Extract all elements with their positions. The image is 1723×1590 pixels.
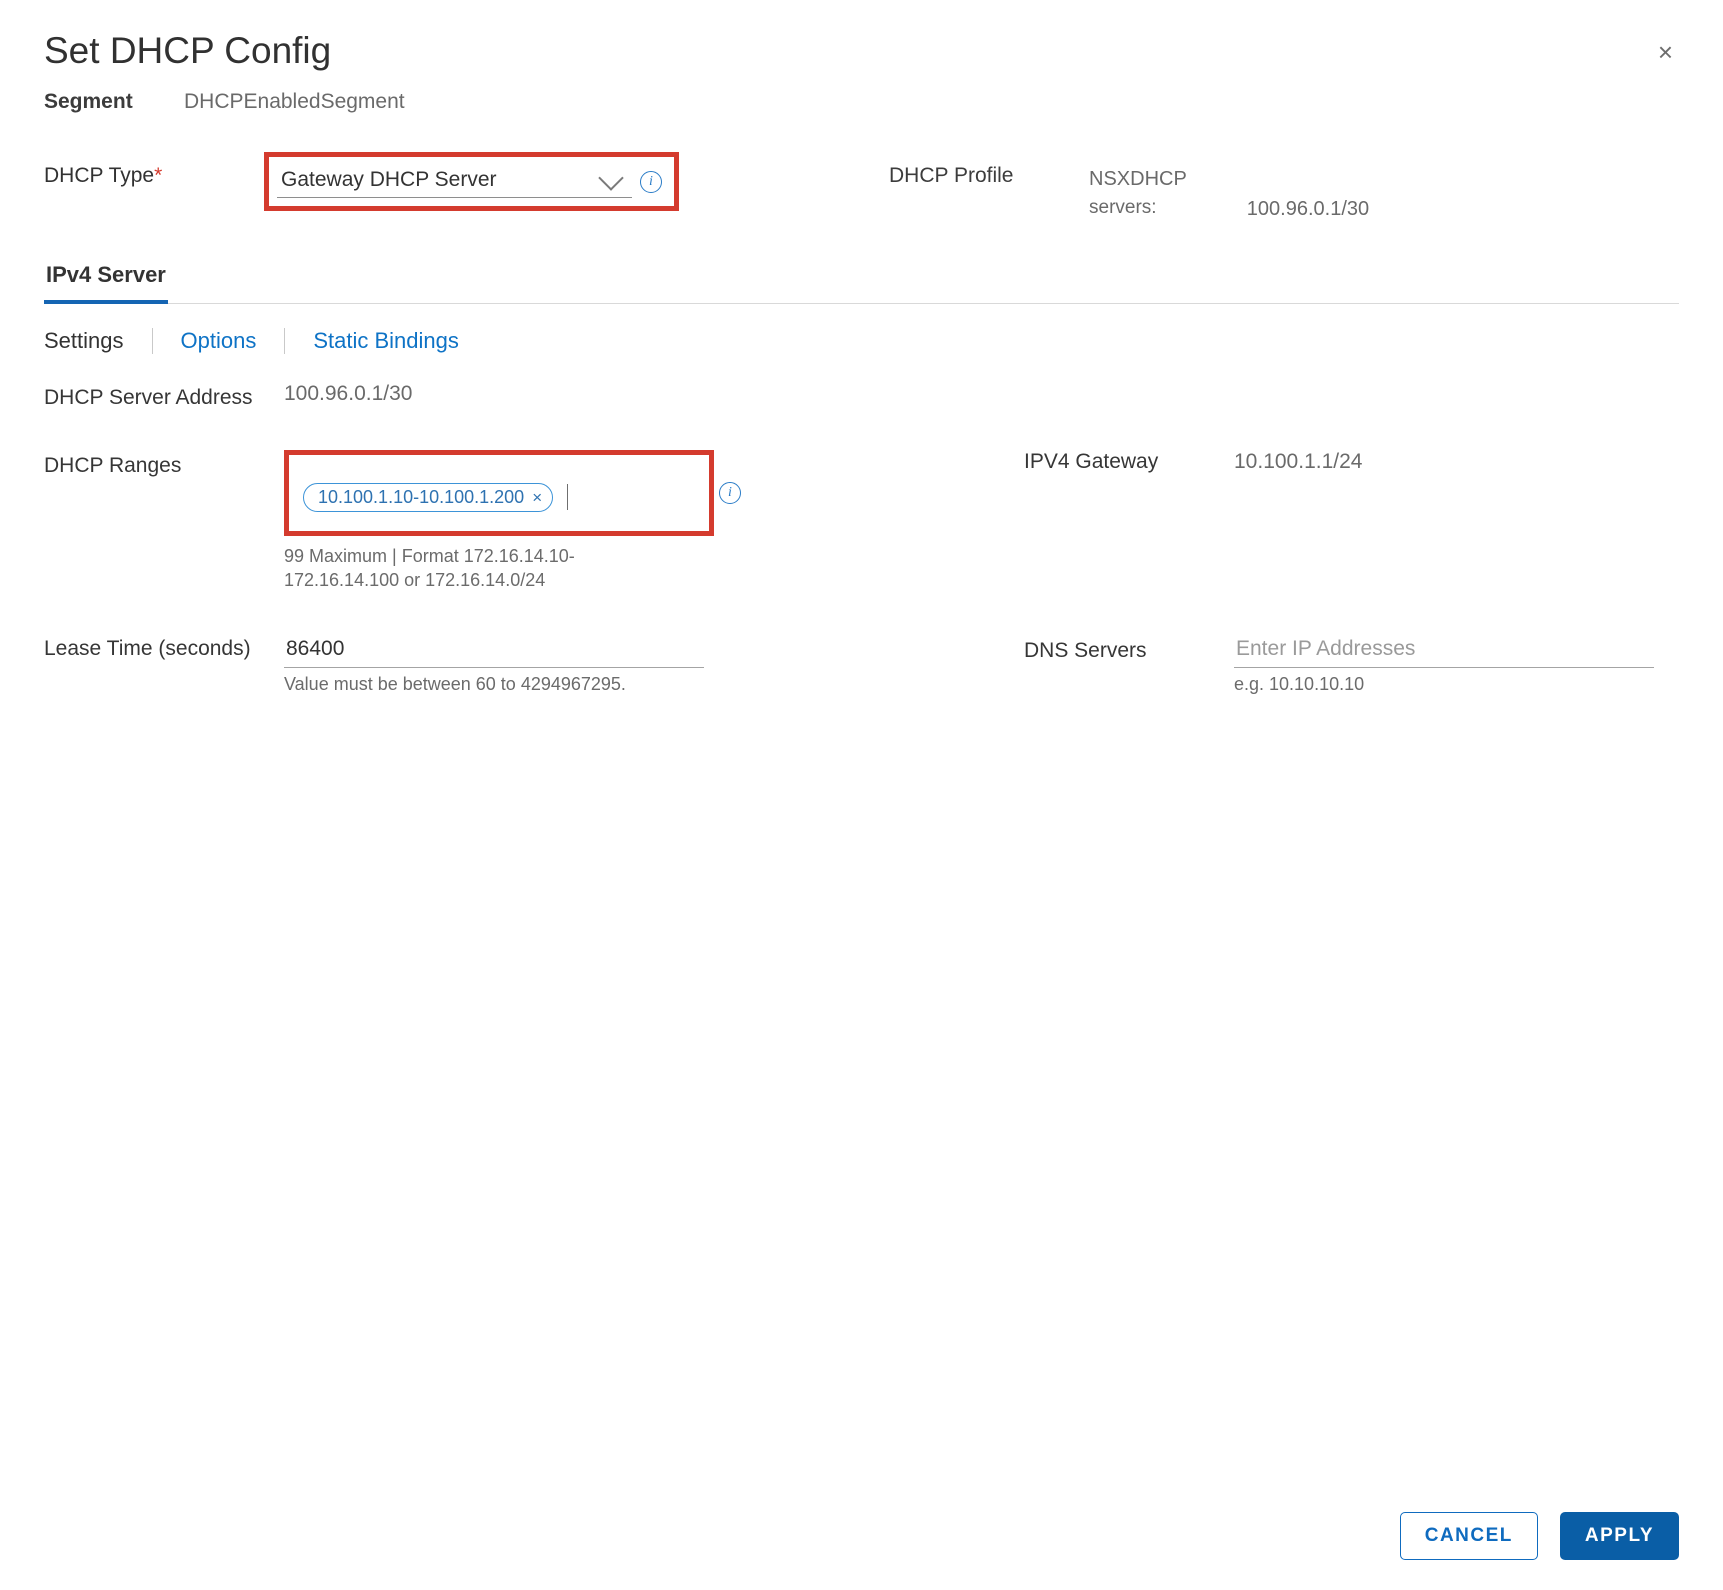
segment-value: DHCPEnabledSegment <box>184 90 405 114</box>
ipv4-gateway-label: IPV4 Gateway <box>1024 450 1234 474</box>
chevron-down-icon <box>598 165 623 190</box>
text-caret-icon <box>567 484 568 510</box>
dhcp-ranges-slot: 10.100.1.10-10.100.1.200 × i 99 Maximum … <box>284 450 754 593</box>
required-mark: * <box>154 164 162 187</box>
dhcp-profile-servers-label: servers: <box>1089 194 1187 223</box>
info-icon[interactable]: i <box>640 171 662 193</box>
dns-servers-input[interactable] <box>1234 633 1654 668</box>
dialog-header: Set DHCP Config × <box>44 30 1679 90</box>
dialog-footer: CANCEL APPLY <box>44 1482 1679 1560</box>
dns-servers-label: DNS Servers <box>1024 633 1234 663</box>
dhcp-range-chip[interactable]: 10.100.1.10-10.100.1.200 × <box>303 483 553 512</box>
dns-servers-help: e.g. 10.10.10.10 <box>1234 674 1654 695</box>
ip-version-tabs: IPv4 Server <box>44 254 1679 304</box>
ipv4-gateway-value: 10.100.1.1/24 <box>1234 450 1362 474</box>
apply-button[interactable]: APPLY <box>1560 1512 1679 1560</box>
dhcp-type-select[interactable]: Gateway DHCP Server <box>277 165 632 198</box>
segment-label: Segment <box>44 90 184 114</box>
dhcp-subtabs: Settings Options Static Bindings <box>44 328 1679 354</box>
set-dhcp-config-dialog: Set DHCP Config × Segment DHCPEnabledSeg… <box>0 0 1723 1590</box>
dhcp-ranges-highlight-box: 10.100.1.10-10.100.1.200 × i <box>284 450 714 536</box>
dhcp-type-selected: Gateway DHCP Server <box>281 168 497 192</box>
dialog-title: Set DHCP Config <box>44 30 1679 72</box>
dhcp-range-chip-text: 10.100.1.10-10.100.1.200 <box>318 487 524 508</box>
dhcp-profile-label: DHCP Profile <box>889 164 1089 224</box>
dhcp-profile-block: DHCP Profile NSXDHCP servers: 100.96.0.1… <box>889 152 1369 224</box>
segment-row: Segment DHCPEnabledSegment <box>44 90 1679 114</box>
dhcp-type-row: DHCP Type* Gateway DHCP Server i DHCP Pr… <box>44 152 1679 224</box>
lease-time-label: Lease Time (seconds) <box>44 633 274 661</box>
settings-form: DHCP Server Address 100.96.0.1/30 DHCP R… <box>44 382 1679 695</box>
ipv4-gateway-pair: IPV4 Gateway 10.100.1.1/24 <box>764 450 1679 474</box>
dns-servers-pair: DNS Servers e.g. 10.10.10.10 <box>764 633 1679 695</box>
lease-time-help: Value must be between 60 to 4294967295. <box>284 674 754 695</box>
dhcp-server-address-value: 100.96.0.1/30 <box>284 382 754 406</box>
subtab-static-bindings[interactable]: Static Bindings <box>285 328 487 354</box>
subtab-settings[interactable]: Settings <box>44 328 152 354</box>
dns-servers-slot: e.g. 10.10.10.10 <box>1234 633 1654 695</box>
close-button[interactable]: × <box>1652 38 1679 66</box>
tab-ipv4-server[interactable]: IPv4 Server <box>44 254 168 304</box>
chip-remove-icon[interactable]: × <box>532 489 542 506</box>
dhcp-type-label-text: DHCP Type <box>44 164 154 187</box>
dhcp-profile-servers-value: 100.96.0.1/30 <box>1247 164 1369 224</box>
dhcp-type-highlight-box: Gateway DHCP Server i <box>264 152 679 211</box>
info-icon[interactable]: i <box>719 482 741 504</box>
cancel-button[interactable]: CANCEL <box>1400 1512 1538 1560</box>
close-icon: × <box>1658 37 1673 67</box>
dhcp-type-label: DHCP Type* <box>44 152 264 188</box>
lease-time-slot: Value must be between 60 to 4294967295. <box>284 633 754 695</box>
dhcp-ranges-help: 99 Maximum | Format 172.16.14.10-172.16.… <box>284 544 604 593</box>
dhcp-profile-name: NSXDHCP <box>1089 164 1187 194</box>
subtab-options[interactable]: Options <box>153 328 285 354</box>
dhcp-server-address-label: DHCP Server Address <box>44 382 274 410</box>
lease-time-input[interactable] <box>284 633 704 668</box>
dhcp-ranges-label: DHCP Ranges <box>44 450 274 478</box>
dhcp-profile-values: NSXDHCP servers: <box>1089 164 1187 224</box>
